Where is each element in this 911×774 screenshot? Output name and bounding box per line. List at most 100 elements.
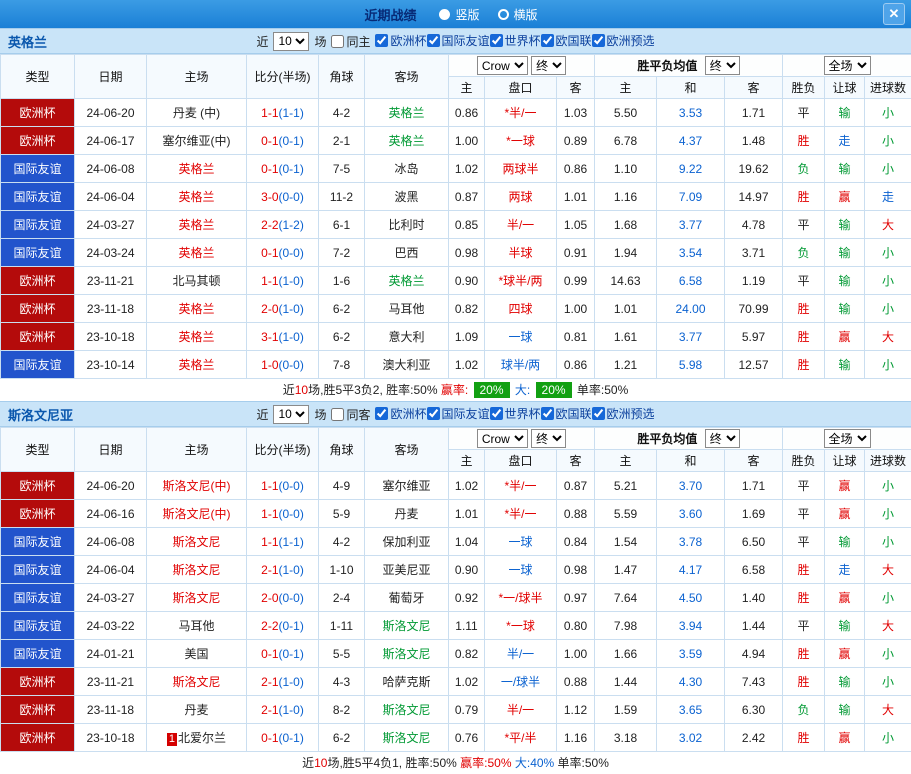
odds-source-select[interactable]: Crow: [477, 56, 528, 75]
corner-score: 7-2: [319, 239, 365, 267]
result-wdl: 胜: [783, 127, 825, 155]
result-handicap: 输: [825, 239, 865, 267]
match-count-select[interactable]: 10: [273, 32, 309, 51]
layout-horizontal-option[interactable]: 横版: [498, 6, 538, 23]
result-handicap: 赢: [825, 584, 865, 612]
competition-checkbox[interactable]: [490, 407, 503, 420]
avg-odds-draw: 3.78: [657, 528, 725, 556]
competition-filter[interactable]: 欧洲杯: [375, 32, 426, 49]
layout-vertical-option[interactable]: 竖版: [439, 6, 479, 23]
result-goals: 小: [865, 267, 911, 295]
col-type: 类型: [1, 55, 75, 99]
score: 3-1(1-0): [247, 323, 319, 351]
result-handicap: 赢: [825, 724, 865, 752]
competition-filter[interactable]: 欧国联: [541, 405, 592, 422]
full-time-score: 3-0: [261, 190, 278, 204]
avg-odds-away: 7.43: [725, 668, 783, 696]
competition-type: 欧洲杯: [1, 127, 75, 155]
handicap-line: 半/一: [485, 640, 557, 668]
avg-odds-draw: 7.09: [657, 183, 725, 211]
scope-select[interactable]: 全场: [824, 56, 871, 75]
competition-checkbox[interactable]: [592, 34, 605, 47]
odds-source-header: Crow 终: [449, 55, 595, 77]
away-team: 意大利: [365, 323, 449, 351]
half-time-score: (0-0): [279, 479, 304, 493]
same-venue-filter[interactable]: 同客: [331, 406, 370, 423]
competition-filter[interactable]: 国际友谊: [427, 405, 490, 422]
competition-type: 国际友谊: [1, 183, 75, 211]
col-avg-away: 客: [725, 77, 783, 99]
home-team: 英格兰: [147, 183, 247, 211]
avg-odds-draw: 3.59: [657, 640, 725, 668]
odds-home: 0.90: [449, 267, 485, 295]
result-handicap: 输: [825, 668, 865, 696]
result-wdl: 负: [783, 155, 825, 183]
competition-checkbox[interactable]: [592, 407, 605, 420]
competition-filter[interactable]: 欧国联: [541, 32, 592, 49]
odds-time-select[interactable]: 终: [531, 429, 566, 448]
competition-filter[interactable]: 欧洲预选: [592, 405, 655, 422]
avg-time-select[interactable]: 终: [705, 429, 740, 448]
competition-type: 国际友谊: [1, 640, 75, 668]
competition-filter[interactable]: 欧洲预选: [592, 32, 655, 49]
avg-odds-away: 4.78: [725, 211, 783, 239]
competition-checkbox[interactable]: [541, 407, 554, 420]
competition-type: 欧洲杯: [1, 724, 75, 752]
avg-odds-header: 胜平负均值 终: [595, 55, 783, 77]
home-team: 1北爱尔兰: [147, 724, 247, 752]
close-button[interactable]: ✕: [883, 3, 905, 25]
competition-filter[interactable]: 世界杯: [490, 32, 541, 49]
home-team: 斯洛文尼: [147, 556, 247, 584]
competition-type: 欧洲杯: [1, 472, 75, 500]
same-venue-filter[interactable]: 同主: [331, 33, 370, 50]
odds-time-select[interactable]: 终: [531, 56, 566, 75]
result-wdl: 平: [783, 267, 825, 295]
avg-odds-away: 6.50: [725, 528, 783, 556]
competition-checkbox[interactable]: [541, 34, 554, 47]
competition-label: 世界杯: [505, 32, 541, 49]
result-wdl: 胜: [783, 724, 825, 752]
home-team: 斯洛文尼(中): [147, 472, 247, 500]
away-team-name: 斯洛文尼: [382, 619, 430, 633]
odds-source-header: Crow 终: [449, 428, 595, 450]
result-wdl: 胜: [783, 640, 825, 668]
home-team: 英格兰: [147, 211, 247, 239]
match-count-select[interactable]: 10: [273, 405, 309, 424]
home-team-name: 英格兰: [178, 246, 214, 260]
score: 1-1(0-0): [247, 472, 319, 500]
odds-home: 0.82: [449, 295, 485, 323]
competition-checkbox[interactable]: [427, 407, 440, 420]
competition-checkbox[interactable]: [427, 34, 440, 47]
competition-checkbox[interactable]: [375, 407, 388, 420]
avg-time-select[interactable]: 终: [705, 56, 740, 75]
competition-filter[interactable]: 欧洲杯: [375, 405, 426, 422]
half-time-score: (1-0): [279, 703, 304, 717]
full-time-score: 1-0: [261, 358, 278, 372]
same-venue-label: 同客: [346, 406, 370, 423]
result-wdl: 平: [783, 500, 825, 528]
full-time-score: 0-1: [261, 246, 278, 260]
half-time-score: (1-0): [279, 675, 304, 689]
corner-score: 7-5: [319, 155, 365, 183]
scope-select[interactable]: 全场: [824, 429, 871, 448]
col-avg-home: 主: [595, 77, 657, 99]
competition-checkbox[interactable]: [490, 34, 503, 47]
odds-away: 1.12: [557, 696, 595, 724]
odds-source-select[interactable]: Crow: [477, 429, 528, 448]
same-venue-checkbox[interactable]: [331, 35, 344, 48]
away-team-name: 保加利亚: [382, 535, 430, 549]
same-venue-checkbox[interactable]: [331, 408, 344, 421]
score: 0-1(0-1): [247, 640, 319, 668]
competition-filter[interactable]: 世界杯: [490, 405, 541, 422]
handicap-line: 半球: [485, 239, 557, 267]
home-team-name: 北爱尔兰: [178, 731, 226, 745]
summary-text: 场,胜5平3负2, 胜率:50%: [308, 383, 441, 397]
avg-odds-draw: 4.50: [657, 584, 725, 612]
half-time-score: (1-1): [279, 106, 304, 120]
competition-checkbox[interactable]: [375, 34, 388, 47]
match-row: 国际友谊24-06-04英格兰3-0(0-0)11-2波黑0.87两球1.011…: [1, 183, 911, 211]
competition-type: 国际友谊: [1, 528, 75, 556]
competition-filter[interactable]: 国际友谊: [427, 32, 490, 49]
avg-odds-draw: 4.17: [657, 556, 725, 584]
away-team-name: 马耳他: [388, 302, 424, 316]
